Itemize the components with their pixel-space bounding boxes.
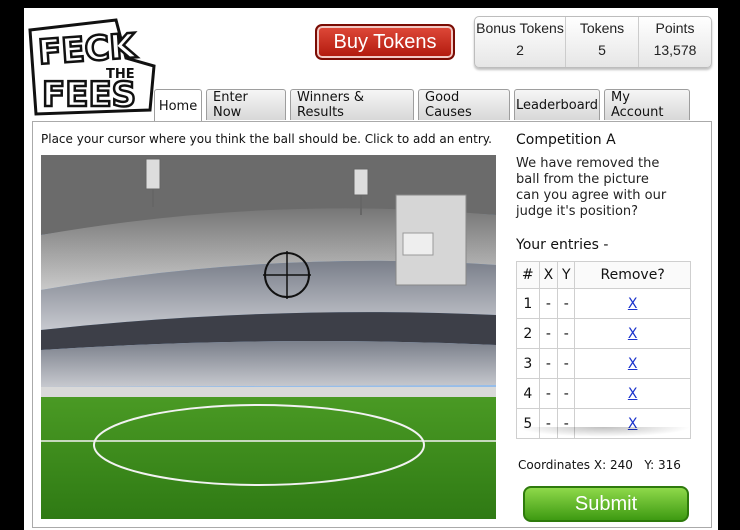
- stat-label: Points: [655, 20, 695, 36]
- tokens-stat: Tokens 5: [566, 17, 639, 67]
- tab-enter-now[interactable]: Enter Now: [206, 89, 286, 120]
- entry-number: 1: [516, 288, 540, 319]
- remove-entry-link[interactable]: X: [628, 326, 638, 342]
- coordinates-y-value: 316: [657, 458, 681, 472]
- buy-tokens-button[interactable]: Buy Tokens: [315, 24, 455, 60]
- feck-the-fees-logo[interactable]: FECK THE FEES: [28, 18, 158, 116]
- main-nav-tabs: Home Enter Now Winners & Results Good Ca…: [154, 89, 694, 122]
- col-header-remove: Remove?: [574, 261, 691, 289]
- col-header-number: #: [516, 261, 540, 289]
- stat-value: 13,578: [653, 42, 697, 58]
- remove-entry-link[interactable]: X: [628, 386, 638, 402]
- instructions-text: Place your cursor where you think the ba…: [41, 132, 492, 146]
- table-shadow: [516, 427, 691, 437]
- svg-text:FECK: FECK: [37, 26, 139, 73]
- stat-value: 5: [598, 42, 606, 58]
- tab-home[interactable]: Home: [154, 89, 202, 122]
- entry-y: -: [557, 288, 576, 319]
- entry-y: -: [557, 318, 576, 349]
- bonus-tokens-stat: Bonus Tokens 2: [475, 17, 566, 67]
- table-row: 2 - - X: [516, 318, 691, 349]
- submit-button[interactable]: Submit: [523, 486, 689, 522]
- stat-label: Tokens: [579, 20, 625, 36]
- coordinates-readout: Coordinates X: 240 Y: 316: [518, 458, 681, 472]
- entries-header-row: # X Y Remove?: [516, 261, 691, 289]
- col-header-y: Y: [557, 261, 576, 289]
- remove-cell: X: [574, 348, 691, 379]
- tab-good-causes[interactable]: Good Causes: [418, 89, 510, 120]
- entries-table: # X Y Remove? 1 - - X 2 - - X 3 - - X 4 …: [516, 261, 691, 439]
- tab-leaderboard[interactable]: Leaderboard: [514, 89, 600, 120]
- coordinates-x-value: 240: [609, 458, 633, 472]
- entry-y: -: [557, 348, 576, 379]
- svg-text:FEES: FEES: [42, 75, 136, 115]
- entry-number: 4: [516, 378, 540, 409]
- entry-x: -: [538, 288, 559, 319]
- remove-entry-link[interactable]: X: [628, 356, 638, 372]
- competition-description: We have removed the ball from the pictur…: [516, 156, 667, 219]
- entry-y: -: [557, 378, 576, 409]
- tab-winners-results[interactable]: Winners & Results: [290, 89, 414, 120]
- entry-x: -: [538, 378, 559, 409]
- coordinates-y-label: Y:: [644, 458, 655, 472]
- tab-my-account[interactable]: My Account: [604, 89, 690, 120]
- remove-cell: X: [574, 378, 691, 409]
- entry-x: -: [538, 318, 559, 349]
- stadium-photo[interactable]: [41, 155, 496, 519]
- remove-cell: X: [574, 288, 691, 319]
- coordinates-label: Coordinates: [518, 458, 591, 472]
- entry-number: 3: [516, 348, 540, 379]
- remove-entry-link[interactable]: X: [628, 296, 638, 312]
- entry-number: 2: [516, 318, 540, 349]
- competition-title: Competition A: [516, 132, 616, 148]
- coordinates-x-label: X:: [593, 458, 607, 472]
- account-stats: Bonus Tokens 2 Tokens 5 Points 13,578: [474, 16, 712, 68]
- table-row: 3 - - X: [516, 348, 691, 379]
- table-row: 4 - - X: [516, 378, 691, 409]
- home-panel: Place your cursor where you think the ba…: [32, 121, 712, 528]
- page-frame: FECK THE FEES Buy Tokens Bonus Tokens 2 …: [24, 8, 718, 530]
- entries-title: Your entries -: [516, 237, 609, 253]
- entry-x: -: [538, 348, 559, 379]
- stat-value: 2: [516, 42, 524, 58]
- points-stat: Points 13,578: [639, 17, 711, 67]
- stat-label: Bonus Tokens: [476, 20, 564, 36]
- table-row: 1 - - X: [516, 288, 691, 319]
- remove-cell: X: [574, 318, 691, 349]
- col-header-x: X: [538, 261, 559, 289]
